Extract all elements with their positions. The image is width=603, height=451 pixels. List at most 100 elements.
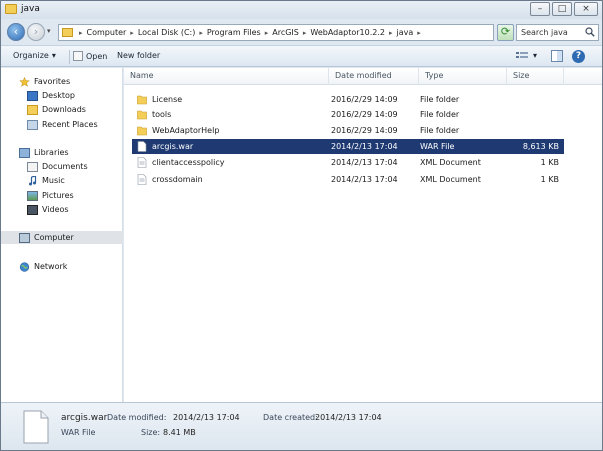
breadcrumb-computer[interactable]: Computer [87,28,127,38]
file-row[interactable]: tools 2016/2/29 14:09 File folder [132,107,564,122]
search-input[interactable]: Search java [516,24,599,41]
computer-icon [19,232,30,243]
minimize-button[interactable]: – [530,2,550,16]
details-pane: arcgis.war Date modified: 2014/2/13 17:0… [1,402,602,450]
address-row: ‹ › ▾ ▸ Computer ▸ Local Disk (C:) ▸ Pro… [1,19,602,45]
folder-icon [62,28,73,37]
breadcrumb: ▸ Computer ▸ Local Disk (C:) ▸ Program F… [79,28,421,38]
view-options-dropdown[interactable]: ▾ [533,51,537,60]
window-title: java [21,4,40,14]
nav-network[interactable]: Network [1,260,123,273]
view-list-icon [516,52,528,58]
nav-music[interactable]: Music [1,174,123,187]
nav-favorites[interactable]: Favorites [1,75,123,88]
file-row-selected[interactable]: arcgis.war 2014/2/13 17:04 WAR File 8,61… [132,139,564,154]
breadcrumb-separator[interactable]: ▸ [199,28,203,38]
nav-libraries-label: Libraries [34,148,69,157]
toolbar-divider [69,50,70,64]
address-bar[interactable]: ▸ Computer ▸ Local Disk (C:) ▸ Program F… [58,24,545,41]
file-date: 2014/2/13 17:04 [331,158,398,167]
file-name: clientaccesspolicy [152,158,225,167]
search-icon[interactable] [585,27,595,37]
documents-icon [27,161,38,172]
file-row[interactable]: WebAdaptorHelp 2016/2/29 14:09 File fold… [132,123,564,138]
folder-icon [137,126,147,136]
videos-icon [27,204,38,215]
breadcrumb-separator[interactable]: ▸ [417,28,421,38]
breadcrumb-separator[interactable]: ▸ [79,28,83,38]
navigation-pane: Favorites Desktop Downloads Recent Place… [1,68,123,402]
folder-icon [137,110,147,120]
preview-pane-button[interactable] [551,50,563,62]
help-button[interactable]: ? [572,50,585,63]
nav-recent-places[interactable]: Recent Places [1,118,123,131]
breadcrumb-separator[interactable]: ▸ [265,28,269,38]
nav-computer-label: Computer [34,233,74,242]
column-headers: Name Date modified Type Size [124,68,602,85]
file-name: tools [152,110,172,119]
recent-places-icon [27,119,38,130]
column-header-name[interactable]: Name [124,68,329,85]
column-header-size[interactable]: Size [507,68,564,85]
breadcrumb-separator[interactable]: ▸ [303,28,307,38]
command-bar: Organize ▾ Open New folder ▾ ? [1,45,602,67]
open-button[interactable]: Open [73,51,107,61]
nav-pictures[interactable]: Pictures [1,189,123,202]
nav-desktop[interactable]: Desktop [1,89,123,102]
new-folder-label: New folder [117,51,161,60]
nav-documents[interactable]: Documents [1,160,123,173]
window-controls: – □ × [530,2,598,16]
nav-downloads[interactable]: Downloads [1,103,123,116]
nav-favorites-label: Favorites [34,77,71,86]
breadcrumb-webadaptor[interactable]: WebAdaptor10.2.2 [310,28,385,38]
title-bar[interactable]: java – □ × [1,1,602,19]
column-header-date-modified[interactable]: Date modified [329,68,419,85]
nav-computer[interactable]: Computer [1,231,123,244]
refresh-button[interactable]: ⟳ [497,24,514,41]
breadcrumb-java[interactable]: java [397,28,414,38]
breadcrumb-separator[interactable]: ▸ [389,28,393,38]
file-date: 2014/2/13 17:04 [331,175,398,184]
new-folder-button[interactable]: New folder [117,51,160,60]
breadcrumb-arcgis[interactable]: ArcGIS [272,28,299,38]
organize-button[interactable]: Organize ▾ [13,51,56,60]
nav-music-label: Music [42,176,65,185]
pictures-icon [27,190,38,201]
file-date: 2016/2/29 14:09 [331,110,398,119]
file-name: arcgis.war [152,142,194,151]
nav-pictures-label: Pictures [42,191,74,200]
folder-icon [137,95,147,105]
back-button[interactable]: ‹ [7,23,25,41]
desktop-icon [27,90,38,101]
file-name: WebAdaptorHelp [152,126,220,135]
nav-network-label: Network [34,262,68,271]
file-icon [137,141,147,152]
nav-desktop-label: Desktop [42,91,75,100]
breadcrumb-local-disk[interactable]: Local Disk (C:) [138,28,196,38]
file-size: 1 KB [540,158,559,167]
file-date: 2016/2/29 14:09 [331,95,398,104]
forward-button[interactable]: › [27,23,45,41]
file-row[interactable]: crossdomain 2014/2/13 17:04 XML Document… [132,172,564,187]
change-view-button[interactable] [515,50,529,62]
close-button[interactable]: × [574,2,598,16]
recent-pages-dropdown[interactable]: ▾ [47,27,51,35]
file-type: File folder [420,95,460,104]
details-size-label: Size: [141,428,161,437]
file-row[interactable]: License 2016/2/29 14:09 File folder [132,92,564,107]
file-row[interactable]: clientaccesspolicy 2014/2/13 17:04 XML D… [132,155,564,170]
details-modified-value: 2014/2/13 17:04 [173,413,240,422]
file-type: XML Document [420,175,481,184]
breadcrumb-separator[interactable]: ▸ [130,28,134,38]
file-name: License [152,95,183,104]
details-file-name: arcgis.war [61,413,108,423]
file-size: 1 KB [540,175,559,184]
column-header-type[interactable]: Type [419,68,507,85]
details-created-label: Date created: [263,413,318,422]
details-file-type: WAR File [61,428,96,437]
file-icon [23,410,49,444]
breadcrumb-program-files[interactable]: Program Files [207,28,261,38]
nav-videos[interactable]: Videos [1,203,123,216]
nav-libraries[interactable]: Libraries [1,146,123,159]
maximize-button[interactable]: □ [552,2,572,16]
